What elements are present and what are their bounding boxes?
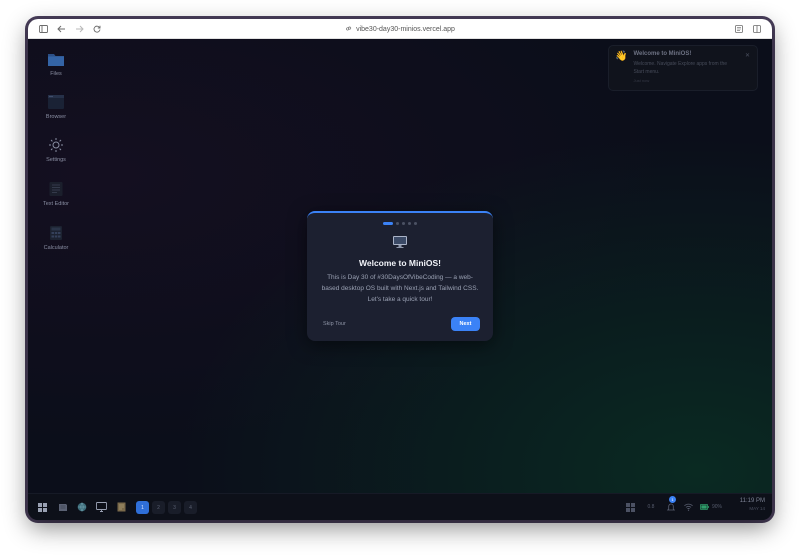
clock-time: 11:19 PM [739, 498, 765, 504]
workspace-button[interactable]: 4 [184, 501, 197, 514]
back-arrow-icon[interactable] [52, 19, 70, 39]
close-icon[interactable]: ✕ [745, 52, 750, 59]
tour-description: This is Day 30 of #30DaysOfVibeCoding — … [321, 274, 479, 303]
desktop-icon-label: Browser [45, 114, 67, 120]
desktop-icon-calculator[interactable]: Calculator [34, 225, 78, 251]
browser-icon [48, 95, 64, 109]
progress-dot [383, 222, 393, 225]
workspace-button[interactable]: 1 [136, 501, 149, 514]
start-menu-icon[interactable] [36, 500, 48, 514]
desktop-icon-settings[interactable]: Settings [34, 137, 78, 163]
workspace-button[interactable]: 2 [152, 501, 165, 514]
gear-icon [49, 138, 63, 152]
desktop-icon-browser[interactable]: Browser [34, 94, 78, 120]
desktop-icon-text-editor[interactable]: Text Editor [34, 181, 78, 207]
notification-title: Welcome to MiniOS! [633, 51, 692, 57]
taskbar-browser-icon[interactable] [76, 500, 88, 514]
battery-level: 90% [711, 504, 722, 510]
progress-dot [408, 222, 411, 225]
workspace-button[interactable]: 3 [168, 501, 181, 514]
notification-content: Welcome to MiniOS! Welcome. Navigate Exp… [633, 51, 733, 85]
tour-progress-dots [307, 222, 493, 225]
sidebar-toggle-icon[interactable] [34, 19, 52, 39]
folder-icon [48, 54, 64, 66]
reload-icon[interactable] [88, 19, 106, 39]
waving-hand-icon: 👋 [615, 51, 628, 62]
forward-arrow-icon[interactable] [70, 19, 88, 39]
battery-status[interactable]: 90% [698, 500, 724, 514]
volume-control[interactable]: 0.8 [644, 500, 658, 514]
window-switcher-icon[interactable] [624, 500, 636, 514]
clock[interactable]: 11:19 PM MAY 14 [740, 498, 765, 511]
clock-date: MAY 14 [749, 506, 765, 511]
taskbar-files-icon[interactable] [57, 500, 69, 514]
notification-badge: 1 [669, 496, 676, 503]
desktop-icon-label: Files [50, 71, 62, 77]
taskbar: 1 2 3 4 0.8 1 90% 11:19 PM MAY 14 [28, 493, 772, 520]
link-icon [345, 25, 352, 34]
reader-icon[interactable] [730, 19, 748, 39]
address-bar[interactable]: vibe30-day30-minios.vercel.app [345, 19, 455, 39]
tour-dialog: Welcome to MiniOS! This is Day 30 of #30… [307, 211, 493, 341]
skip-tour-button[interactable]: Skip Tour [323, 321, 346, 327]
monitor-icon [393, 236, 407, 248]
url-text: vibe30-day30-minios.vercel.app [356, 25, 455, 33]
desktop: Files Browser Settings Text Editor Calcu… [28, 39, 772, 493]
wifi-icon[interactable] [682, 500, 694, 514]
progress-dot [402, 222, 405, 225]
taskbar-text-editor-icon[interactable] [115, 500, 127, 514]
battery-icon [699, 504, 709, 510]
tour-title: Welcome to MiniOS! [358, 258, 442, 268]
taskbar-monitor-icon[interactable] [95, 500, 107, 514]
desktop-icon-label: Calculator [43, 245, 69, 251]
desktop-icon-label: Settings [46, 157, 66, 163]
browser-window: vibe30-day30-minios.vercel.app Files Bro… [28, 19, 772, 520]
notification-body: Welcome. Navigate Explore apps from the … [633, 61, 728, 75]
notification-toast[interactable]: 👋 Welcome to MiniOS! Welcome. Navigate E… [608, 45, 758, 91]
next-button[interactable]: Next [451, 317, 480, 331]
notification-time: Just now [633, 78, 650, 83]
text-editor-icon [49, 182, 63, 196]
volume-level: 0.8 [647, 504, 655, 510]
progress-dot [414, 222, 417, 225]
desktop-icon-label: Text Editor [43, 201, 69, 207]
browser-toolbar: vibe30-day30-minios.vercel.app [28, 19, 772, 39]
notifications-bell-icon[interactable]: 1 [664, 496, 678, 514]
progress-dot [396, 222, 399, 225]
calculator-icon [50, 226, 62, 240]
desktop-icon-files[interactable]: Files [34, 51, 78, 77]
tab-overview-icon[interactable] [748, 19, 766, 39]
